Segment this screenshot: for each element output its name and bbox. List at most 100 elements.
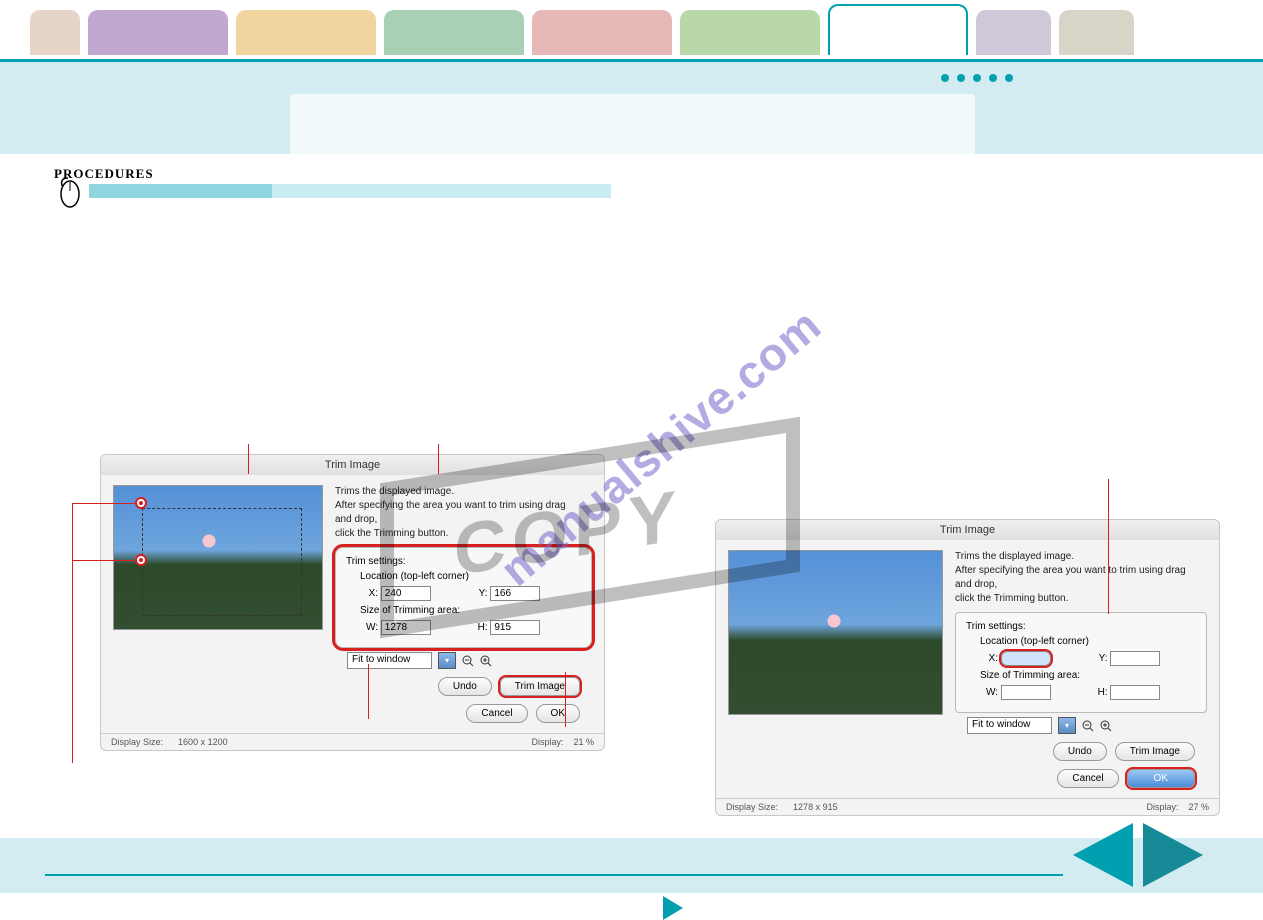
x-input[interactable] [381, 586, 431, 601]
tab-6[interactable] [680, 10, 820, 55]
display-size-value: 1278 x 915 [793, 802, 838, 812]
annotation-line [368, 664, 369, 719]
fit-select[interactable]: Fit to window [967, 717, 1052, 734]
y-label: Y: [474, 588, 488, 599]
annotation-line [72, 503, 73, 763]
y-input[interactable] [490, 586, 540, 601]
h-label: H: [474, 622, 488, 633]
dot-icon [1005, 74, 1013, 82]
cancel-button[interactable]: Cancel [466, 704, 527, 723]
procedures-label: PROCEDURES [54, 166, 1223, 182]
cancel-button[interactable]: Cancel [1057, 769, 1118, 788]
zoom-out-icon[interactable] [1082, 720, 1094, 732]
display-size-label: Display Size: [111, 737, 163, 747]
fit-select[interactable]: Fit to window [347, 652, 432, 669]
tab-8[interactable] [976, 10, 1051, 55]
w-input[interactable] [1001, 685, 1051, 700]
desc-line: and drop, [955, 579, 997, 590]
next-page-button[interactable] [1143, 823, 1203, 887]
y-input[interactable] [1110, 651, 1160, 666]
select-arrow-icon[interactable]: ▾ [438, 652, 456, 669]
dialog-title: Trim Image [101, 455, 604, 475]
header-band [0, 62, 1263, 154]
image-preview[interactable] [728, 550, 943, 715]
mouse-icon [56, 176, 84, 208]
tab-7-active[interactable] [828, 4, 968, 55]
x-label: X: [984, 653, 998, 664]
h-input[interactable] [1110, 685, 1160, 700]
trim-image-button[interactable]: Trim Image [500, 677, 580, 696]
zoom-out-icon[interactable] [462, 655, 474, 667]
flower-decoration [194, 526, 224, 556]
annotation-line [1108, 479, 1109, 614]
dialog-desc: Trims the displayed image. After specify… [335, 485, 592, 541]
annotation-line [248, 444, 249, 474]
annotation-line [438, 444, 439, 474]
display-size-value: 1600 x 1200 [178, 737, 228, 747]
desc-line: After specifying the area you want to tr… [335, 500, 566, 511]
x-label: X: [364, 588, 378, 599]
selection-rect[interactable] [142, 508, 302, 616]
w-label: W: [364, 622, 378, 633]
y-label: Y: [1094, 653, 1108, 664]
dialog-desc: Trims the displayed image. After specify… [955, 550, 1207, 606]
trim-settings-group: Trim settings: Location (top-left corner… [335, 547, 592, 648]
header-inset [290, 94, 975, 159]
desc-line: click the Trimming button. [955, 593, 1068, 604]
page-dots [941, 74, 1013, 82]
display-pct-value: 27 % [1188, 802, 1209, 812]
h-input[interactable] [490, 620, 540, 635]
trim-settings-group: Trim settings: Location (top-left corner… [955, 612, 1207, 713]
desc-line: and drop, [335, 514, 377, 525]
prev-page-button[interactable] [1073, 823, 1133, 887]
annotation-handle-icon [135, 554, 147, 566]
trim-dialog-2: Trim Image Trims the displayed image. Af… [715, 519, 1220, 816]
ok-button[interactable]: OK [1127, 769, 1195, 788]
annotation-line [72, 503, 135, 504]
tab-strip [0, 0, 1263, 62]
location-label: Location (top-left corner) [360, 571, 581, 582]
w-label: W: [984, 687, 998, 698]
display-pct-label: Display: [531, 737, 563, 747]
dialog-title: Trim Image [716, 520, 1219, 540]
tab-9[interactable] [1059, 10, 1134, 55]
desc-line: After specifying the area you want to tr… [955, 565, 1186, 576]
zoom-in-icon[interactable] [1100, 720, 1112, 732]
desc-line: Trims the displayed image. [955, 551, 1074, 562]
next-arrow-icon [663, 896, 683, 920]
settings-title: Trim settings: [966, 621, 1196, 632]
annotation-line [565, 672, 566, 727]
dot-icon [941, 74, 949, 82]
desc-line: Trims the displayed image. [335, 486, 454, 497]
desc-line: click the Trimming button. [335, 528, 448, 539]
ok-button[interactable]: OK [536, 704, 580, 723]
x-input[interactable] [1001, 651, 1051, 666]
main-content: PROCEDURES Trim Image Trims the displaye… [0, 154, 1263, 194]
tab-1[interactable] [30, 10, 80, 55]
annotation-handle-icon [135, 497, 147, 509]
w-input[interactable] [381, 620, 431, 635]
tab-4[interactable] [384, 10, 524, 55]
display-pct-value: 21 % [573, 737, 594, 747]
select-arrow-icon[interactable]: ▾ [1058, 717, 1076, 734]
dot-icon [957, 74, 965, 82]
h-label: H: [1094, 687, 1108, 698]
undo-button[interactable]: Undo [438, 677, 492, 696]
location-label: Location (top-left corner) [980, 636, 1196, 647]
procedures-bar [89, 184, 611, 198]
dot-icon [973, 74, 981, 82]
footer-divider [45, 874, 1063, 876]
display-size-label: Display Size: [726, 802, 778, 812]
annotation-line [72, 560, 135, 561]
size-label: Size of Trimming area: [980, 670, 1196, 681]
tab-5[interactable] [532, 10, 672, 55]
settings-title: Trim settings: [346, 556, 581, 567]
tab-3[interactable] [236, 10, 376, 55]
footer [0, 838, 1263, 893]
tab-2[interactable] [88, 10, 228, 55]
undo-button[interactable]: Undo [1053, 742, 1107, 761]
trim-image-button[interactable]: Trim Image [1115, 742, 1195, 761]
zoom-in-icon[interactable] [480, 655, 492, 667]
flower-decoration [819, 606, 849, 636]
dot-icon [989, 74, 997, 82]
